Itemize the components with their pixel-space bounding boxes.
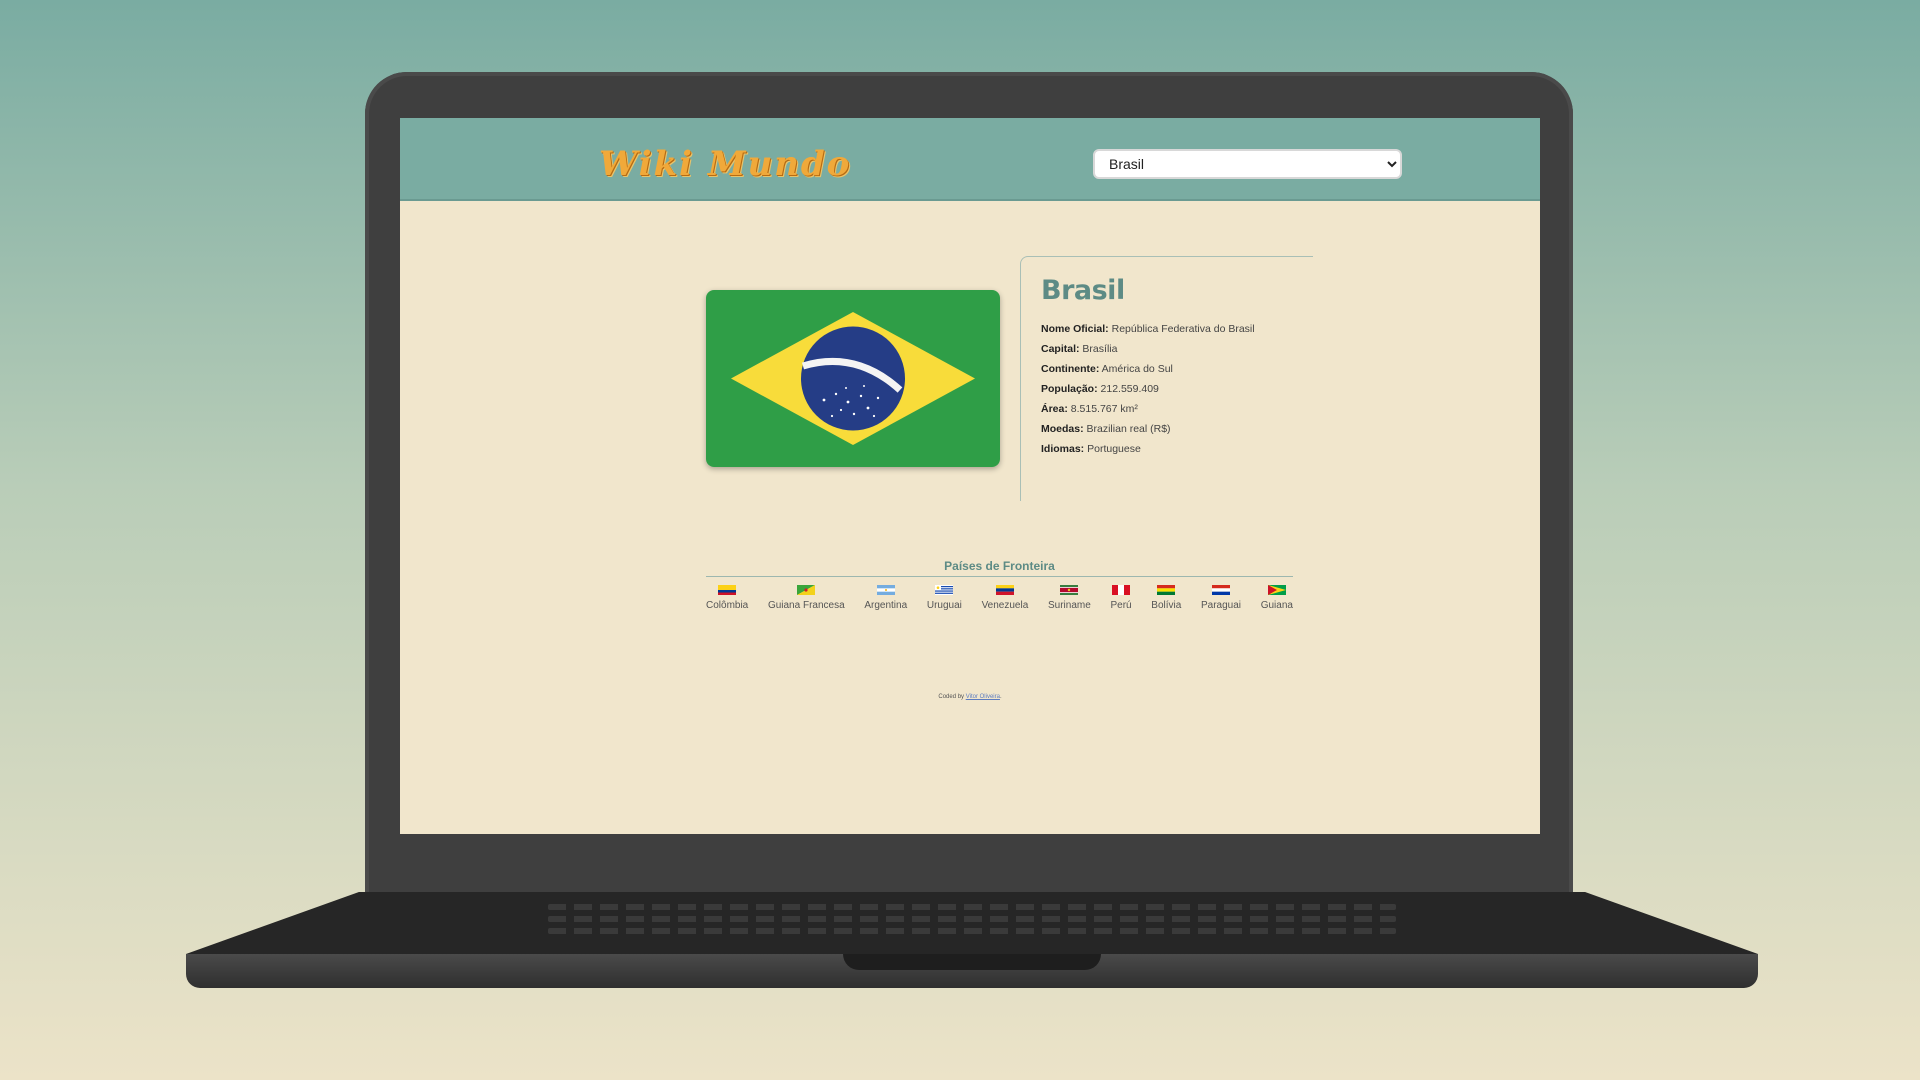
info-row-languages: Idiomas: Portuguese	[1041, 439, 1311, 459]
info-label: Capital:	[1041, 343, 1080, 355]
info-value: República Federativa do Brasil	[1108, 323, 1255, 335]
info-label: Nome Oficial:	[1041, 323, 1109, 335]
info-label: Área:	[1041, 403, 1068, 415]
border-country-name: Guiana Francesa	[767, 600, 845, 611]
brazil-flag-icon	[706, 290, 1000, 467]
country-info-list: Nome Oficial: República Federativa do Br…	[1041, 319, 1311, 459]
border-country-colombia[interactable]: Colômbia	[706, 585, 748, 611]
info-label: População:	[1041, 383, 1098, 395]
info-row-capital: Capital: Brasília	[1041, 339, 1311, 359]
border-country-suriname[interactable]: Suriname	[1048, 585, 1091, 611]
footer-suffix: .	[999, 694, 1002, 700]
lid-opening-notch	[843, 954, 1101, 970]
border-country-peru[interactable]: Perú	[1110, 585, 1132, 611]
laptop-base	[186, 892, 1758, 996]
country-flag-image	[706, 290, 1000, 467]
keyboard	[547, 898, 1397, 940]
info-value: América do Sul	[1099, 363, 1173, 375]
border-country-name: Bolívia	[1151, 600, 1182, 611]
info-value: Portuguese	[1084, 443, 1141, 455]
bolivia-flag-icon	[1157, 585, 1176, 595]
guyana-flag-icon	[1267, 585, 1286, 595]
border-country-paraguay[interactable]: Paraguai	[1201, 585, 1241, 611]
colombia-flag-icon	[718, 585, 737, 595]
info-label: Idiomas:	[1041, 443, 1085, 455]
info-value: 212.559.409	[1097, 383, 1159, 395]
border-country-name: Uruguai	[926, 600, 962, 611]
country-name-heading: Brasil	[1041, 275, 1125, 306]
info-value: Brasília	[1079, 343, 1118, 355]
site-header: Wiki Mundo Brasil	[400, 118, 1540, 201]
info-label: Continente:	[1041, 363, 1100, 375]
info-row-currencies: Moedas: Brazilian real (R$)	[1041, 419, 1311, 439]
border-countries-list: Colômbia Guiana Francesa Argentina Urugu…	[706, 585, 1293, 611]
border-country-name: Colômbia	[706, 600, 749, 611]
author-link[interactable]: Vitor Oliveira	[966, 694, 1000, 700]
info-row-area: Área: 8.515.767 km²	[1041, 399, 1311, 419]
border-country-bolivia[interactable]: Bolívia	[1151, 585, 1181, 611]
border-country-name: Argentina	[864, 600, 908, 611]
border-country-guyana[interactable]: Guiana	[1261, 585, 1293, 611]
border-country-french-guiana[interactable]: Guiana Francesa	[768, 585, 845, 611]
border-country-name: Paraguai	[1200, 600, 1242, 611]
page-footer: Coded by Vitor Oliveira.	[400, 694, 1540, 700]
peru-flag-icon	[1112, 585, 1131, 595]
border-country-venezuela[interactable]: Venezuela	[981, 585, 1029, 611]
border-country-argentina[interactable]: Argentina	[864, 585, 907, 611]
footer-prefix: Coded by	[938, 694, 966, 700]
info-row-official-name: Nome Oficial: República Federativa do Br…	[1041, 319, 1311, 339]
country-info-panel: Brasil Nome Oficial: República Federativ…	[1020, 256, 1313, 501]
border-countries-heading: Países de Fronteira	[944, 559, 1055, 573]
site-logo[interactable]: Wiki Mundo	[599, 144, 851, 184]
border-country-name: Guiana	[1260, 600, 1293, 611]
suriname-flag-icon	[1060, 585, 1079, 595]
info-label: Moedas:	[1041, 423, 1084, 435]
info-row-population: População: 212.559.409	[1041, 379, 1311, 399]
country-select[interactable]: Brasil	[1093, 149, 1402, 179]
info-row-continent: Continente: América do Sul	[1041, 359, 1311, 379]
uruguay-flag-icon	[935, 585, 954, 595]
paraguay-flag-icon	[1212, 585, 1230, 595]
argentina-flag-icon	[876, 585, 895, 595]
browser-screen: Wiki Mundo Brasil Brasil Nome Oficial: R…	[400, 118, 1540, 834]
border-country-name: Venezuela	[981, 600, 1029, 611]
border-country-name: Suriname	[1047, 600, 1091, 611]
french-guiana-flag-icon	[797, 585, 816, 595]
venezuela-flag-icon	[995, 585, 1014, 595]
border-country-uruguay[interactable]: Uruguai	[927, 585, 962, 611]
keyboard-deck	[186, 892, 1758, 954]
border-country-name: Perú	[1110, 600, 1132, 611]
info-value: Brazilian real (R$)	[1083, 423, 1171, 435]
info-value: 8.515.767 km²	[1067, 403, 1138, 415]
border-countries-divider	[706, 576, 1293, 577]
